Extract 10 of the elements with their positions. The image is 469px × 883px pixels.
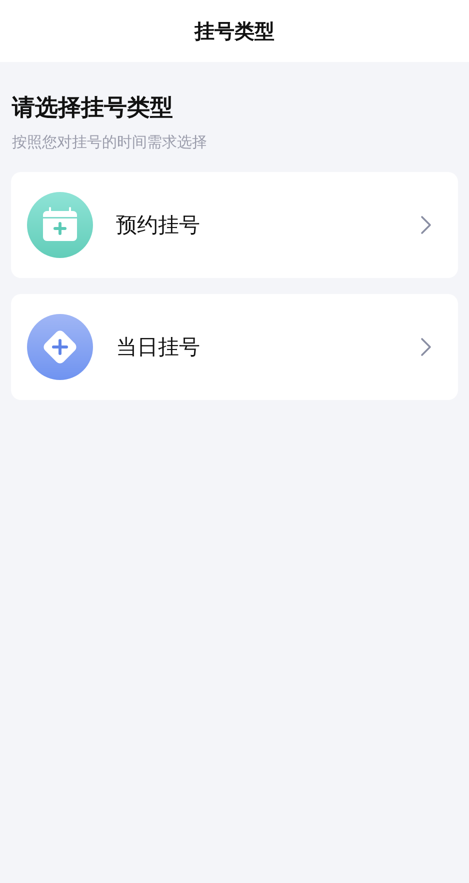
section-heading: 请选择挂号类型: [11, 94, 174, 123]
option-card[interactable]: 预约挂号: [11, 172, 458, 278]
calendar-icon: [27, 192, 93, 258]
option-label: 预约挂号: [116, 212, 201, 239]
option-label: 当日挂号: [116, 334, 201, 361]
chevron-right-icon: [420, 215, 432, 235]
chevron-right-icon: [420, 337, 432, 357]
section-subtitle: 按照您对挂号的时间需求选择: [11, 133, 208, 152]
option-card[interactable]: 当日挂号: [11, 294, 458, 400]
page-title: 挂号类型: [194, 18, 274, 44]
